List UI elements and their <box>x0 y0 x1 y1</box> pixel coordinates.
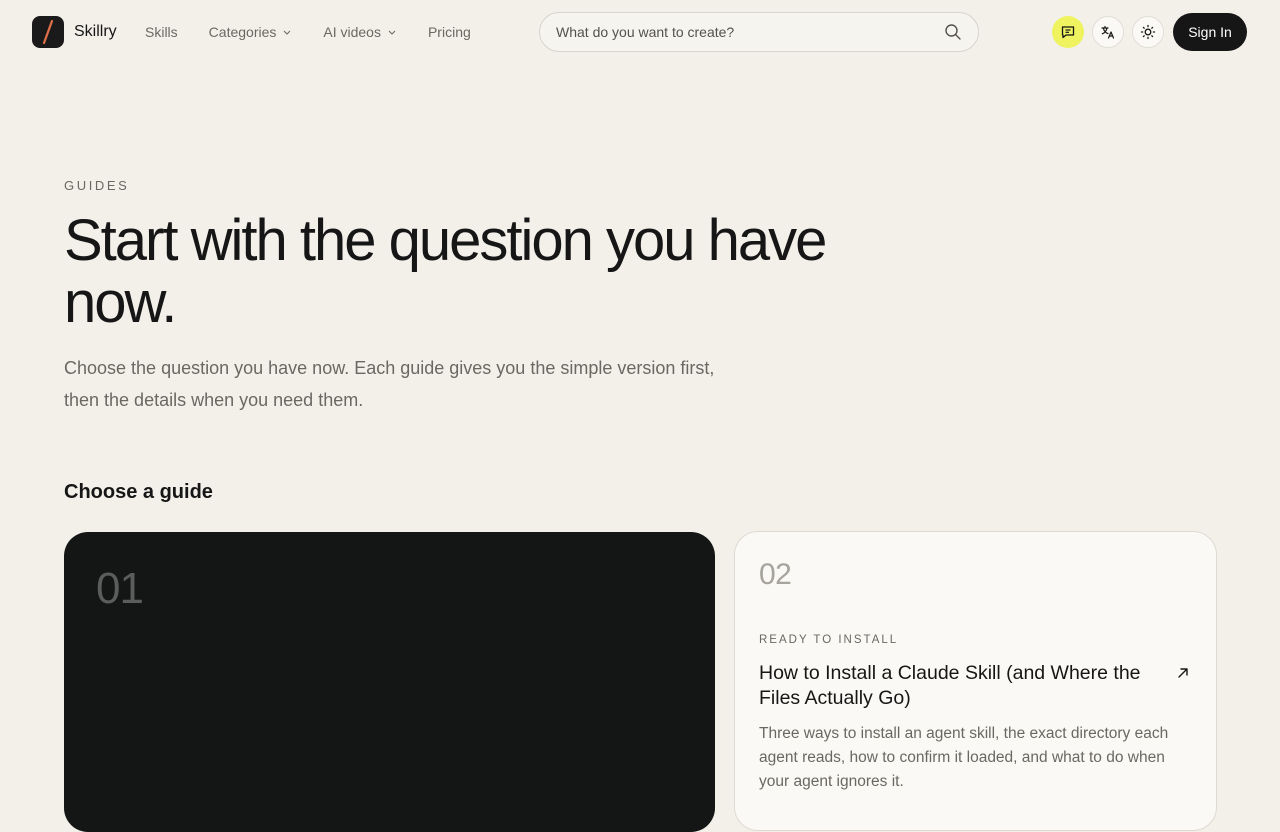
guides-heading: Choose a guide <box>64 481 213 503</box>
chevron-down-icon <box>282 27 292 37</box>
chevron-down-icon <box>387 27 397 37</box>
guide-description: Three ways to install an agent skill, th… <box>759 725 1169 790</box>
nav-pricing[interactable]: Pricing <box>428 24 471 40</box>
guide-card-01[interactable]: 01 <box>64 532 715 832</box>
guide-number: 02 <box>759 558 792 591</box>
main-nav: Skills Categories AI videos Pricing <box>145 0 502 64</box>
page-subtitle: Choose the question you have now. Each g… <box>64 358 715 410</box>
guide-title[interactable]: How to Install a Claude Skill (and Where… <box>759 661 1149 711</box>
page-title: Start with the question you have now. <box>64 208 827 335</box>
nav-ai-videos-dropdown[interactable]: AI videos <box>323 24 397 40</box>
skillry-logo-icon <box>32 16 64 48</box>
search-input[interactable] <box>556 24 944 40</box>
brand-name: Skillry <box>74 23 117 40</box>
translate-icon <box>1100 24 1116 40</box>
search-bar <box>539 12 979 52</box>
nav-skills[interactable]: Skills <box>145 24 178 40</box>
feedback-button[interactable] <box>1052 16 1084 48</box>
sun-icon <box>1140 24 1156 40</box>
theme-toggle-button[interactable] <box>1132 16 1164 48</box>
nav-ai-videos-label: AI videos <box>323 24 381 40</box>
guide-card-02[interactable]: 02 READY TO INSTALL How to Install a Cla… <box>734 531 1217 831</box>
site-header: Skillry Skills Categories AI videos Pric… <box>0 0 1280 64</box>
nav-categories-dropdown[interactable]: Categories <box>209 24 293 40</box>
brand-logo-link[interactable]: Skillry <box>32 16 117 48</box>
search-icon[interactable] <box>944 23 962 41</box>
sign-in-button[interactable]: Sign In <box>1173 13 1247 51</box>
arrow-up-right-icon <box>1176 666 1190 680</box>
section-eyebrow: GUIDES <box>64 178 130 193</box>
nav-categories-label: Categories <box>208 24 277 40</box>
guide-number: 01 <box>96 564 144 613</box>
language-button[interactable] <box>1092 16 1124 48</box>
guide-tag: READY TO INSTALL <box>759 634 899 646</box>
message-plus-icon <box>1060 24 1076 40</box>
